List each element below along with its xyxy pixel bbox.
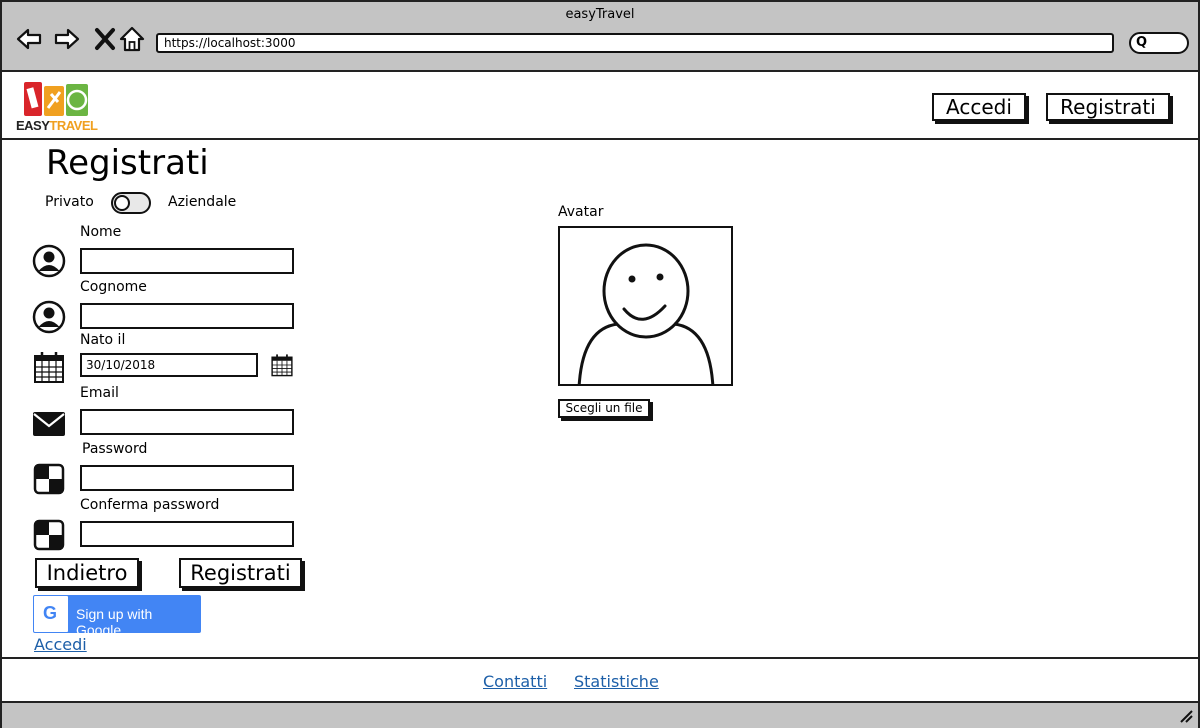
- login-button[interactable]: Accedi: [932, 93, 1026, 121]
- browser-status-bar: [2, 703, 1198, 728]
- logo-text-travel: TRAVEL: [49, 118, 98, 133]
- easytravel-logo[interactable]: EASYTRAVEL: [16, 80, 98, 136]
- nato-il-label: Nato il: [80, 332, 126, 348]
- search-icon: Q: [1136, 35, 1148, 50]
- logo-graphic-icon: [24, 82, 88, 116]
- confirm-password-label: Conferma password: [80, 497, 220, 513]
- choose-file-button[interactable]: Scegli un file: [558, 399, 650, 418]
- cognome-input[interactable]: [80, 303, 294, 329]
- password-label: Password: [82, 441, 148, 457]
- password-input[interactable]: [80, 465, 294, 491]
- resize-grip-icon[interactable]: [1178, 708, 1194, 724]
- calendar-picker-icon[interactable]: [270, 353, 294, 377]
- password-checker-icon: [33, 463, 65, 495]
- confirm-password-input[interactable]: [80, 521, 294, 547]
- email-input[interactable]: [80, 409, 294, 435]
- submit-register-button[interactable]: Registrati: [179, 558, 302, 588]
- browser-toolbar: easyTravel https://localhost:3000 Q: [2, 2, 1198, 72]
- logo-wordmark: EASYTRAVEL: [16, 118, 98, 133]
- cognome-label: Cognome: [80, 279, 147, 295]
- toggle-label-aziendale: Aziendale: [168, 194, 237, 210]
- nome-input[interactable]: [80, 248, 294, 274]
- google-logo-icon: G: [34, 596, 68, 632]
- logo-text-easy: EASY: [16, 118, 50, 133]
- back-arrow-icon[interactable]: [16, 26, 42, 52]
- nome-label: Nome: [80, 224, 122, 240]
- toggle-label-privato: Privato: [45, 194, 94, 210]
- page-footer: Contatti Statistiche: [2, 657, 1198, 703]
- browser-window: easyTravel https://localhost:3000 Q EASY…: [0, 0, 1200, 728]
- avatar-preview: [558, 226, 733, 386]
- home-icon[interactable]: [119, 26, 145, 52]
- page-title: Registrati: [46, 143, 209, 183]
- google-signup-button[interactable]: G Sign up with Google: [33, 595, 201, 638]
- register-button[interactable]: Registrati: [1046, 93, 1170, 121]
- address-bar[interactable]: https://localhost:3000: [156, 33, 1114, 53]
- user-icon: [32, 244, 66, 278]
- forward-arrow-icon[interactable]: [54, 26, 80, 52]
- google-signup-label: Sign up with Google: [76, 606, 153, 638]
- back-button[interactable]: Indietro: [35, 558, 139, 588]
- account-type-toggle[interactable]: [111, 192, 151, 214]
- login-link[interactable]: Accedi: [34, 635, 87, 654]
- birthdate-input[interactable]: [80, 353, 258, 377]
- footer-link-statistiche[interactable]: Statistiche: [574, 672, 659, 691]
- stop-icon[interactable]: [92, 26, 118, 52]
- browser-search-box[interactable]: Q: [1129, 32, 1189, 54]
- password-checker-icon: [33, 519, 65, 551]
- calendar-icon: [34, 352, 64, 383]
- avatar-label: Avatar: [558, 204, 604, 220]
- envelope-icon: [33, 412, 65, 436]
- toggle-knob: [114, 195, 130, 211]
- app-header: EASYTRAVEL Accedi Registrati: [2, 72, 1198, 140]
- avatar-placeholder-icon: [577, 243, 715, 384]
- google-glyph: G: [43, 603, 58, 623]
- email-label: Email: [80, 385, 119, 401]
- window-title: easyTravel: [565, 7, 635, 22]
- user-icon: [32, 300, 66, 334]
- footer-link-contatti[interactable]: Contatti: [483, 672, 547, 691]
